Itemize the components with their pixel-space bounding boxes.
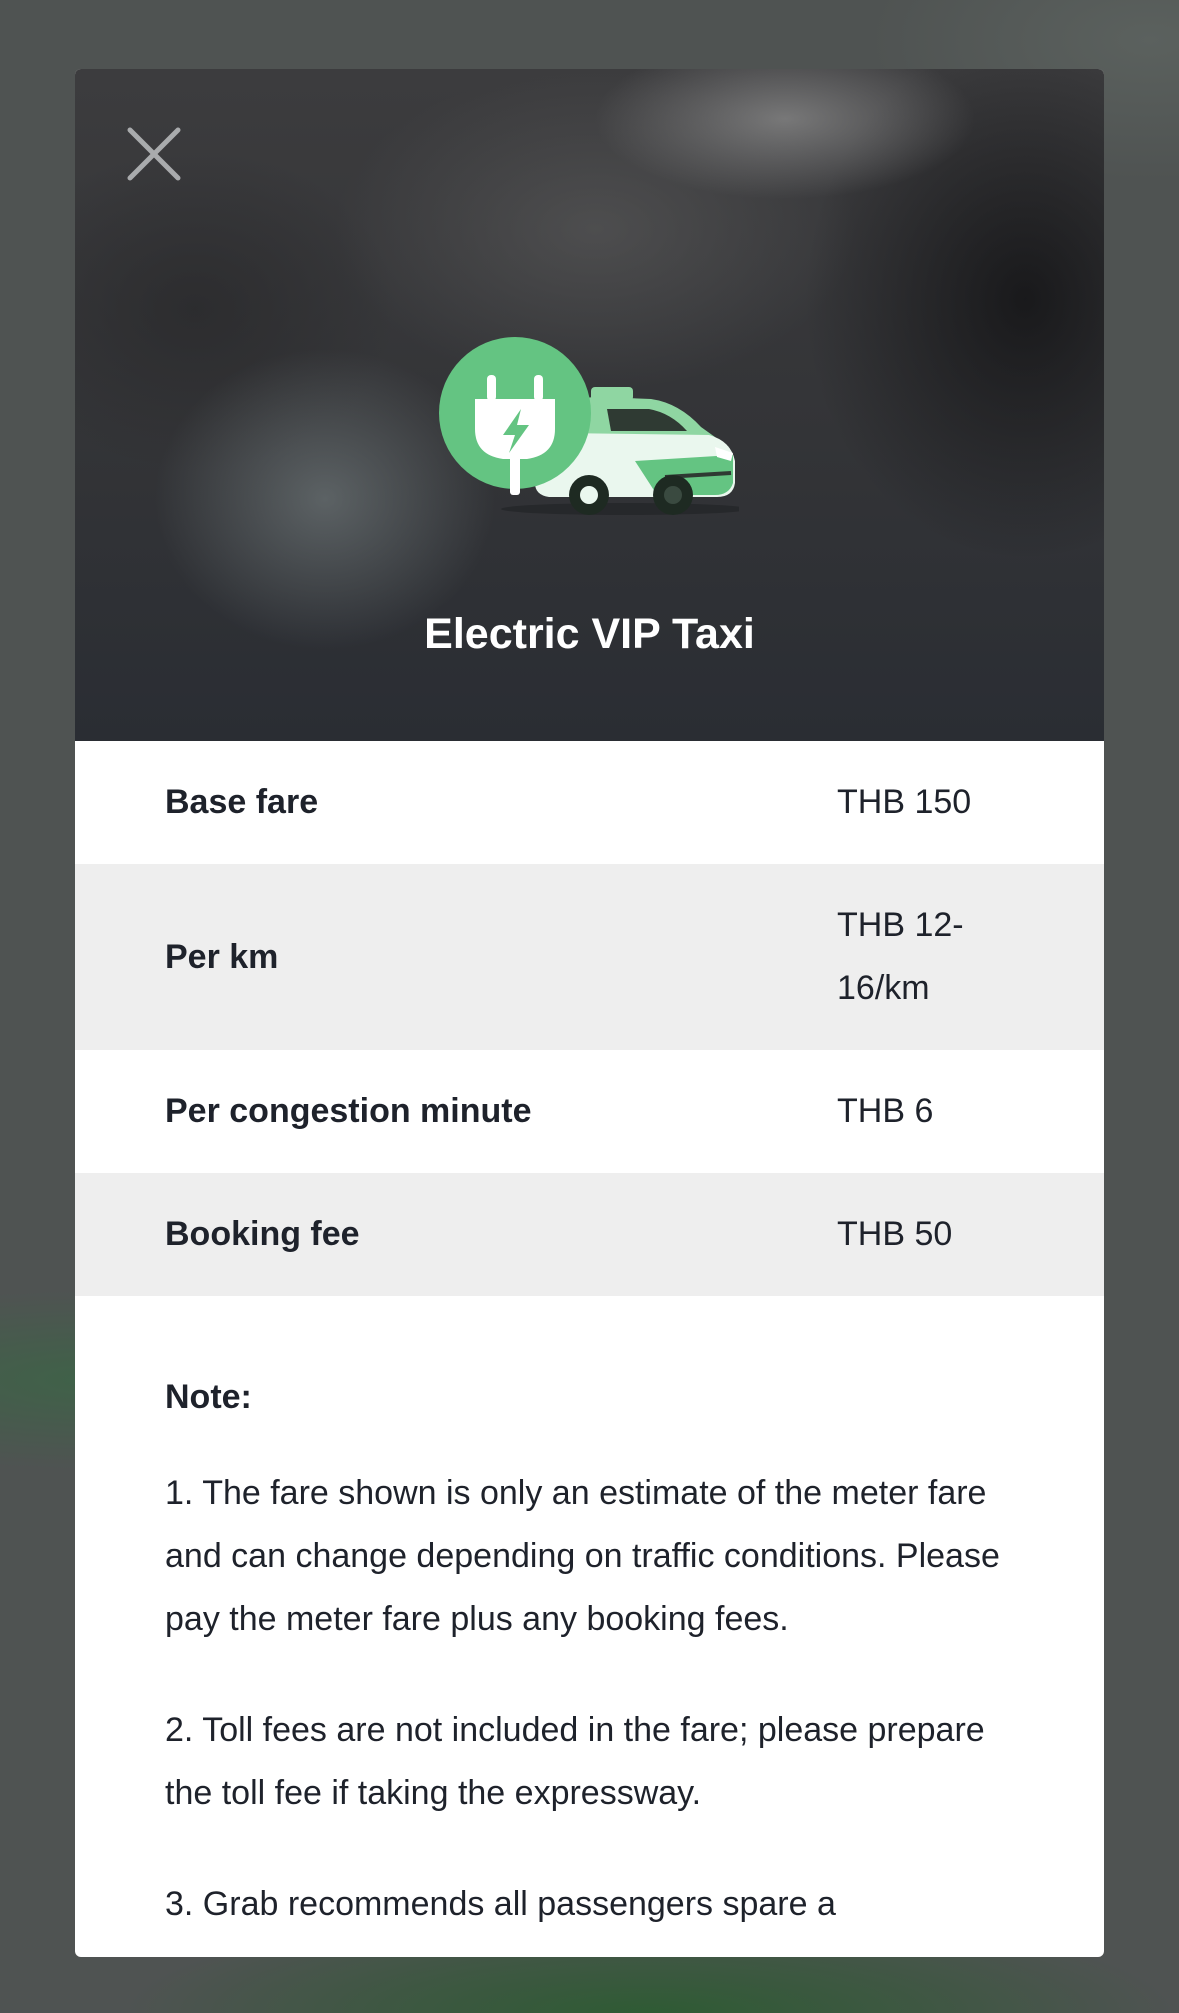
close-button[interactable] — [127, 127, 181, 181]
vehicle-type-title: Electric VIP Taxi — [424, 610, 755, 658]
modal-header: Electric VIP Taxi — [75, 69, 1104, 741]
notes-heading: Note: — [165, 1378, 252, 1416]
fare-details-modal: Electric VIP Taxi Base fare THB 150 Per … — [75, 69, 1104, 1957]
notes-section: Note: 1. The fare shown is only an estim… — [75, 1296, 1104, 1936]
fare-label: Booking fee — [165, 1215, 360, 1253]
fare-value: THB 6 — [837, 1092, 934, 1130]
note-item: 3. Grab recommends all passengers spare … — [165, 1885, 836, 1923]
fare-label: Base fare — [165, 783, 319, 821]
fare-label: Per congestion minute — [165, 1092, 532, 1130]
fare-value: THB 50 — [837, 1215, 953, 1253]
fare-label: Per km — [165, 937, 279, 976]
electric-taxi-icon — [439, 337, 739, 515]
fare-row-per-congestion-minute: Per congestion minute THB 6 — [75, 1050, 1104, 1173]
fare-row-per-km: Per km THB 12-16/km — [75, 864, 1104, 1050]
fare-value: THB 12-16/km — [837, 906, 964, 1007]
fare-row-base-fare: Base fare THB 150 — [75, 741, 1104, 864]
note-item: 2. Toll fees are not included in the far… — [165, 1711, 985, 1812]
note-item: 1. The fare shown is only an estimate of… — [165, 1474, 1000, 1638]
fare-value: THB 150 — [837, 783, 972, 821]
fare-row-booking-fee: Booking fee THB 50 — [75, 1173, 1104, 1296]
fare-table: Base fare THB 150 Per km THB 12-16/km Pe… — [75, 741, 1104, 1296]
close-icon — [127, 127, 181, 181]
